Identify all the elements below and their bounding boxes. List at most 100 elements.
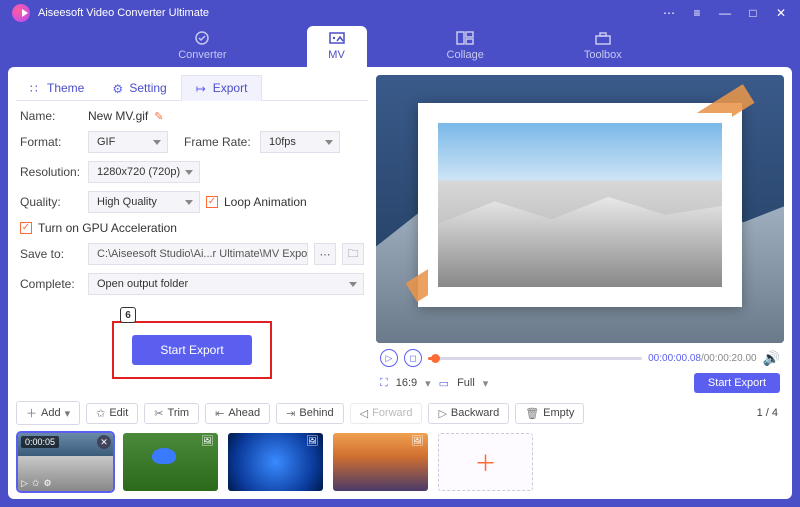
maximize-icon[interactable]: □ [746,6,760,20]
loop-checkbox[interactable] [206,196,218,208]
forward-icon: ◁ [360,407,368,420]
converter-icon [192,30,212,46]
complete-select[interactable]: Open output folder [88,273,364,295]
star-thumb-icon[interactable]: ✩ [32,478,40,489]
edit-name-icon[interactable]: ✎ [154,110,163,123]
backward-icon: ▷ [438,407,446,420]
toolbox-icon [593,30,613,46]
stop-button[interactable]: ◻ [404,349,422,367]
theme-icon: ∷ [30,82,42,94]
browse-folder-icon[interactable]: 🗀 [342,243,364,265]
framerate-label: Frame Rate: [184,135,254,149]
edit-button[interactable]: ✩Edit [86,403,138,424]
mv-icon [327,30,347,46]
saveto-label: Save to: [20,247,82,261]
ahead-button[interactable]: ⇤Ahead [205,403,270,424]
behind-button[interactable]: ⇥Behind [276,403,343,424]
plus-icon: ＋ [26,405,37,421]
resolution-label: Resolution: [20,165,82,179]
name-value: New MV.gif [88,109,148,123]
nav-toolbox-label: Toolbox [584,49,622,61]
loop-label: Loop Animation [224,195,307,209]
app-logo-icon [12,4,30,22]
thumbnail-3[interactable]: 🖼 [228,433,323,491]
image-type-icon: 🖼 [306,436,320,450]
subtab-setting[interactable]: ⚙ Setting [98,75,180,100]
add-thumbnail[interactable]: ＋ [438,433,533,491]
forward-button: ◁Forward [350,403,423,424]
ahead-icon: ⇤ [215,407,224,420]
name-label: Name: [20,109,82,123]
behind-icon: ⇥ [286,407,295,420]
framerate-select[interactable]: 10fps [260,131,340,153]
nav-toolbox[interactable]: Toolbox [564,26,642,67]
main-nav: Converter MV Collage Toolbox [0,26,800,67]
timeline-slider[interactable] [428,357,642,360]
quality-select[interactable]: High Quality [88,191,200,213]
clip-counter: 1 / 4 [757,407,784,419]
nav-collage-label: Collage [447,49,484,61]
time-display: 00:00:00.08/00:00:20.00 [648,353,756,364]
format-select[interactable]: GIF [88,131,168,153]
subtab-theme-label: Theme [47,81,84,95]
empty-icon: 🗑 [525,407,539,420]
nav-mv[interactable]: MV [307,26,367,67]
edit-icon: ✩ [96,407,105,420]
trim-icon: ✂ [154,407,163,420]
add-button[interactable]: ＋Add▾ [16,401,80,425]
export-icon: ↦ [196,82,208,94]
callout-number: 6 [120,307,136,323]
thumbnail-4[interactable]: 🖼 [333,433,428,491]
view-select[interactable]: Full [457,377,488,390]
setting-icon: ⚙ [112,82,124,94]
aspect-select[interactable]: 16:9 [396,377,431,390]
nav-converter[interactable]: Converter [158,26,246,67]
aspect-icon: ⛶ [380,377,388,390]
clip-toolbar: ＋Add▾ ✩Edit ✂Trim ⇤Ahead ⇥Behind ◁Forwar… [16,399,784,427]
thumbnail-2[interactable]: 🖼 [123,433,218,491]
gear-thumb-icon[interactable]: ⚙ [43,478,51,489]
start-export-button[interactable]: Start Export [132,335,251,365]
play-button[interactable]: ▷ [380,349,398,367]
callout-box: Start Export [112,321,271,379]
preview-stage[interactable] [376,75,784,343]
subtabs: ∷ Theme ⚙ Setting ↦ Export [16,75,368,101]
minimize-icon[interactable]: — [718,6,732,20]
resolution-select[interactable]: 1280x720 (720p) [88,161,200,183]
app-title: Aiseesoft Video Converter Ultimate [38,7,209,19]
nav-collage[interactable]: Collage [427,26,504,67]
nav-converter-label: Converter [178,49,226,61]
preview-frame [418,103,742,307]
remove-thumb-icon[interactable]: ✕ [97,435,111,449]
subtab-setting-label: Setting [129,81,166,95]
start-export-button-2[interactable]: Start Export [694,373,780,393]
more-path-button[interactable]: ⋯ [314,243,336,265]
subtab-theme[interactable]: ∷ Theme [16,75,98,100]
quality-label: Quality: [20,195,82,209]
duration-badge: 0:00:05 [21,436,59,448]
subtab-export[interactable]: ↦ Export [181,75,263,101]
gpu-label: Turn on GPU Acceleration [38,221,177,235]
empty-button[interactable]: 🗑Empty [515,403,584,424]
feedback-icon[interactable]: ⋯ [662,6,676,20]
format-label: Format: [20,135,82,149]
plus-icon: ＋ [474,446,496,478]
image-type-icon: 🖼 [201,436,215,450]
preview-photo [438,123,722,287]
play-thumb-icon[interactable]: ▷ [21,478,28,489]
thumbnail-1[interactable]: 0:00:05 ✕ ▷ ✩⚙ [18,433,113,491]
menu-icon[interactable]: ≡ [690,6,704,20]
saveto-path[interactable]: C:\Aiseesoft Studio\Ai...r Ultimate\MV E… [88,243,308,265]
image-type-icon: 🖼 [411,436,425,450]
complete-label: Complete: [20,277,82,291]
nav-mv-label: MV [328,49,345,61]
titlebar: Aiseesoft Video Converter Ultimate ⋯ ≡ —… [0,0,800,26]
thumbnail-strip: 0:00:05 ✕ ▷ ✩⚙ 🖼 🖼 🖼 ＋ [16,433,784,491]
backward-button[interactable]: ▷Backward [428,403,509,424]
volume-icon[interactable]: 🔊 [763,350,780,367]
gpu-checkbox[interactable] [20,222,32,234]
subtab-export-label: Export [213,81,248,95]
close-icon[interactable]: ✕ [774,6,788,20]
trim-button[interactable]: ✂Trim [144,403,199,424]
view-icon: ▭ [439,377,449,390]
